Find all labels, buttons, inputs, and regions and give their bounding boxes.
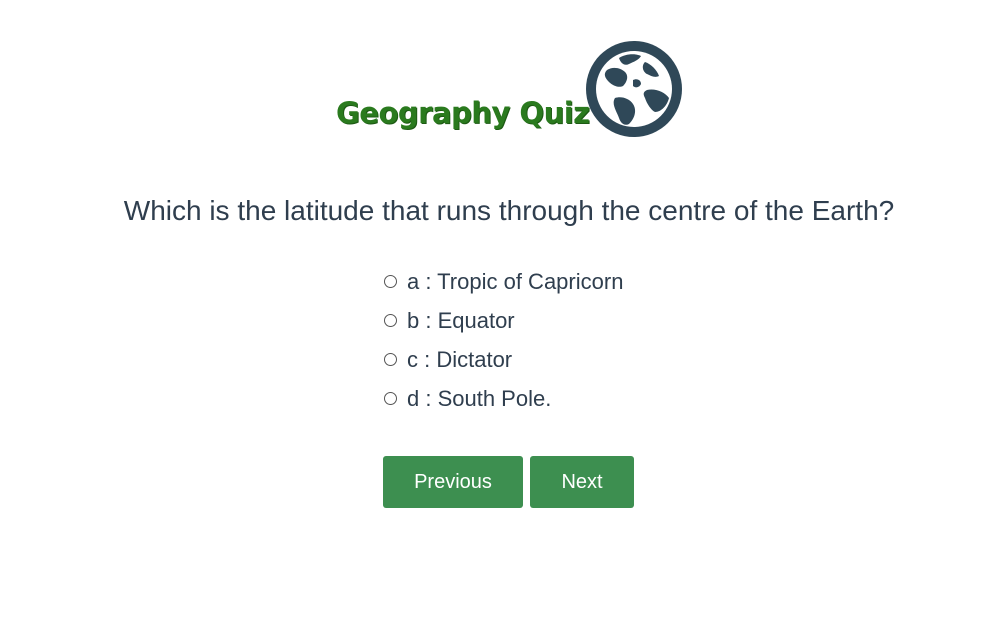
option-c[interactable]: c : Dictator [384,340,623,379]
question-text: Which is the latitude that runs through … [123,195,895,226]
option-d[interactable]: d : South Pole. [384,379,623,418]
option-b[interactable]: b : Equator [384,301,623,340]
option-a[interactable]: a : Tropic of Capricorn [384,262,623,301]
answer-options: a : Tropic of Capricorn b : Equator c : … [384,262,623,418]
previous-button[interactable]: Previous [383,456,523,508]
option-label: d : South Pole. [407,385,552,411]
option-label: a : Tropic of Capricorn [407,268,624,294]
option-label: c : Dictator [407,346,513,372]
globe-icon [585,40,683,138]
radio-icon[interactable] [384,275,397,288]
option-label: b : Equator [407,307,515,333]
radio-icon[interactable] [384,314,397,327]
radio-icon[interactable] [384,392,397,405]
next-button[interactable]: Next [530,456,634,508]
page-title: Geography Quiz [336,96,590,130]
radio-icon[interactable] [384,353,397,366]
quiz-header: Geography Quiz [0,38,997,142]
